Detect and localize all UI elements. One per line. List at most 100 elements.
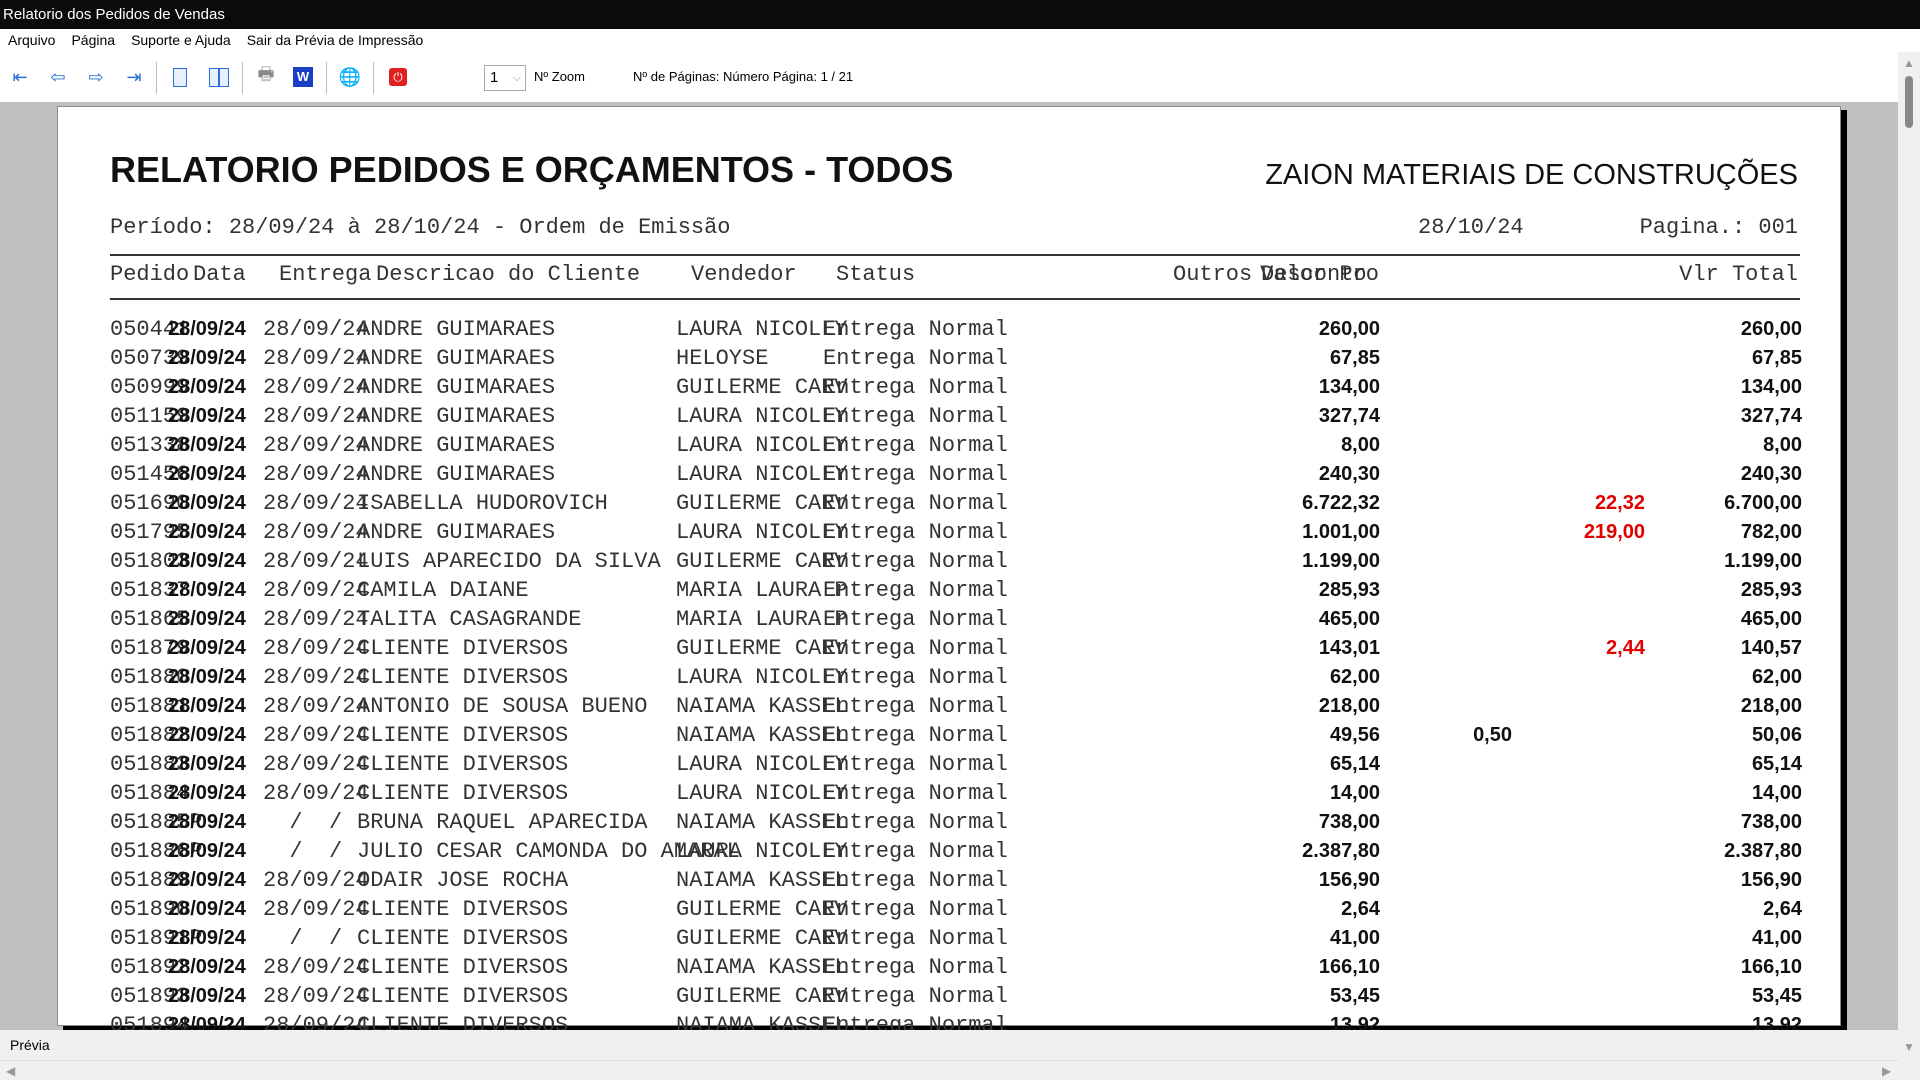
zoom-select[interactable]: 1 ⌵ [484, 65, 526, 91]
column-header-status: Status [836, 262, 916, 287]
cell-valor-pro: 465,00 [1318, 608, 1380, 630]
company-name: ZAION MATERIAIS DE CONSTRUÇÕES [1265, 159, 1798, 191]
cell-vendedor: LAURA NICOLLY [676, 462, 848, 487]
cell-vlr-total: 218,00 [1740, 695, 1802, 717]
cell-desconto: 219,00 [1583, 521, 1645, 543]
menu-arquivo[interactable]: Arquivo [0, 29, 63, 52]
cell-vlr-total: 240,30 [1740, 463, 1802, 485]
cell-data: 28/09/24 [168, 1014, 246, 1030]
cell-status: Entrega Normal [823, 897, 1008, 922]
cell-data: 28/09/24 [168, 521, 246, 543]
cell-valor-pro: 62,00 [1329, 666, 1380, 688]
cell-cliente: CLIENTE DIVERSOS [357, 955, 569, 980]
cell-entrega: 28/09/24 [263, 491, 369, 516]
report-period: Período: 28/09/24 à 28/10/24 - Ordem de … [110, 215, 731, 240]
cell-cliente: ANDRE GUIMARAES [357, 520, 556, 545]
scroll-down-icon[interactable]: ▼ [1903, 1040, 1915, 1054]
cell-entrega: 28/09/24 [263, 317, 369, 342]
cell-entrega: 28/09/24 [263, 723, 369, 748]
cell-vlr-total: 156,90 [1740, 869, 1802, 891]
cell-valor-pro: 260,00 [1318, 318, 1380, 340]
cell-entrega: 28/09/24 [263, 781, 369, 806]
cell-data: 28/09/24 [168, 724, 246, 746]
cell-vlr-total: 140,57 [1740, 637, 1802, 659]
menu-suporte[interactable]: Suporte e Ajuda [123, 29, 239, 52]
cell-vendedor: HELOYSE [676, 346, 769, 371]
cell-entrega: 28/09/24 [263, 955, 369, 980]
cell-cliente: ISABELLA HUDOROVICH [357, 491, 608, 516]
print-icon[interactable]: 🖶 [254, 64, 278, 89]
cell-vlr-total: 62,00 [1751, 666, 1802, 688]
cell-status: Entrega Normal [823, 984, 1008, 1009]
cell-vendedor: NAIAMA KASSEL [676, 868, 848, 893]
cell-valor-pro: 134,00 [1318, 376, 1380, 398]
report-page: RELATORIO PEDIDOS E ORÇAMENTOS - TODOS Z… [57, 106, 1841, 1030]
cell-status: Entrega Normal [823, 607, 1008, 632]
vertical-scrollbar[interactable]: ▲ ▼ [1898, 52, 1920, 1060]
cell-vlr-total: 260,00 [1740, 318, 1802, 340]
cell-vendedor: NAIAMA KASSEL [676, 723, 848, 748]
first-page-icon[interactable]: ⇤ [8, 65, 32, 89]
cell-vendedor: NAIAMA KASSEL [676, 955, 848, 980]
cell-entrega: 28/09/24 [263, 897, 369, 922]
divider [110, 254, 1800, 256]
cell-cliente: CLIENTE DIVERSOS [357, 926, 569, 951]
cell-data: 28/09/24 [168, 666, 246, 688]
cell-vendedor: NAIAMA KASSEL [676, 1013, 848, 1030]
cell-vlr-total: 1.199,00 [1724, 550, 1802, 572]
email-icon[interactable]: 🌐 [338, 65, 362, 89]
column-header-outros: Outros [1173, 262, 1253, 287]
cell-cliente: ANTONIO DE SOUSA BUENO [357, 694, 648, 719]
previous-page-icon[interactable]: ⇦ [46, 65, 70, 89]
cell-status: Entrega Normal [823, 723, 1008, 748]
page-count: Nº de Páginas: Número Página: 1 / 21 [633, 69, 854, 84]
cell-data: 28/09/24 [168, 492, 246, 514]
menu-sair-previa[interactable]: Sair da Prévia de Impressão [239, 29, 432, 52]
scroll-left-icon[interactable]: ◀ [6, 1064, 15, 1078]
window-title: Relatorio dos Pedidos de Vendas [0, 0, 1920, 29]
cell-status: Entrega Normal [823, 404, 1008, 429]
menu-pagina[interactable]: Página [63, 29, 123, 52]
word-export-icon[interactable]: W [291, 65, 315, 89]
cell-data: 28/09/24 [168, 782, 246, 804]
cell-valor-pro: 6.722,32 [1302, 492, 1380, 514]
cell-cliente: CLIENTE DIVERSOS [357, 897, 569, 922]
cell-status: Entrega Normal [823, 491, 1008, 516]
cell-vlr-total: 465,00 [1740, 608, 1802, 630]
cell-valor-pro: 2,64 [1341, 898, 1380, 920]
cell-data: 28/09/24 [168, 434, 246, 456]
last-page-icon[interactable]: ⇥ [122, 65, 146, 89]
two-pages-icon[interactable] [207, 65, 231, 89]
cell-valor-pro: 1.199,00 [1302, 550, 1380, 572]
cell-data: 28/09/24 [168, 608, 246, 630]
cell-data: 28/09/24 [168, 811, 246, 833]
cell-entrega: 28/09/24 [263, 636, 369, 661]
cell-vendedor: LAURA NICOLLY [676, 433, 848, 458]
scroll-thumb[interactable] [1905, 76, 1913, 128]
close-preview-icon[interactable]: ⏻ [386, 65, 410, 89]
cell-data: 28/09/24 [168, 956, 246, 978]
cell-entrega: 28/09/24 [263, 1013, 369, 1030]
column-header-vendedor: Vendedor [691, 262, 797, 287]
cell-valor-pro: 218,00 [1318, 695, 1380, 717]
cell-entrega: / / [263, 839, 343, 864]
toolbar: ⇤ ⇦ ⇨ ⇥ 🖶 W 🌐 ⏻ 1 ⌵ Nº Zoom Nº de Páginas… [0, 52, 1898, 102]
cell-data: 28/09/24 [168, 840, 246, 862]
cell-cliente: CLIENTE DIVERSOS [357, 1013, 569, 1030]
divider [242, 62, 243, 94]
column-header-vlr-total: Vlr Total [1679, 262, 1798, 287]
preview-area: RELATORIO PEDIDOS E ORÇAMENTOS - TODOS Z… [0, 102, 1898, 1030]
scroll-up-icon[interactable]: ▲ [1903, 56, 1915, 70]
horizontal-scrollbar[interactable]: ◀ ▶ [0, 1060, 1898, 1080]
cell-vlr-total: 6.700,00 [1724, 492, 1802, 514]
next-page-icon[interactable]: ⇨ [84, 65, 108, 89]
cell-entrega: 28/09/24 [263, 578, 369, 603]
cell-vendedor: GUILERME CARV [676, 897, 848, 922]
scroll-right-icon[interactable]: ▶ [1882, 1064, 1891, 1078]
cell-data: 28/09/24 [168, 637, 246, 659]
cell-entrega: / / [263, 810, 343, 835]
cell-vlr-total: 738,00 [1740, 811, 1802, 833]
cell-valor-pro: 285,93 [1318, 579, 1380, 601]
cell-vlr-total: 14,00 [1751, 782, 1802, 804]
single-page-icon[interactable] [168, 65, 192, 89]
